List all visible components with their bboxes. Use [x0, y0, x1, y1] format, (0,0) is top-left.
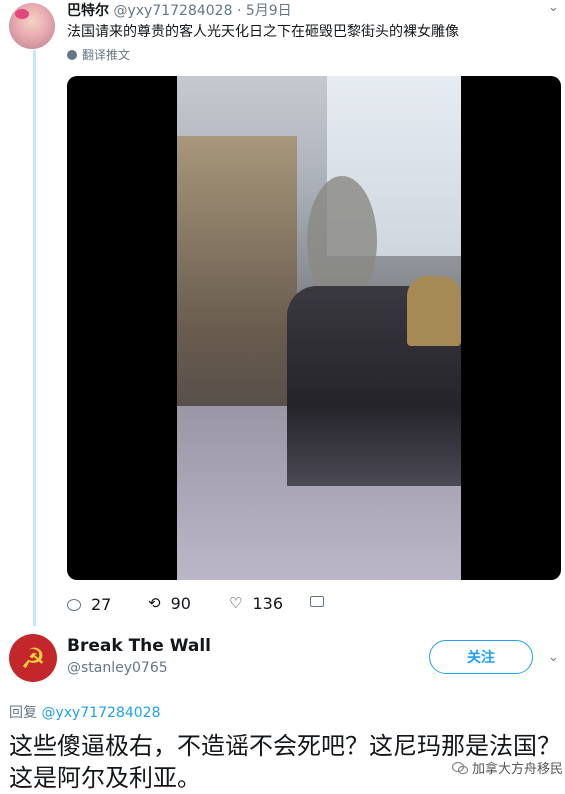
tweet-date[interactable]: · 5月9日: [237, 3, 292, 19]
like-button[interactable]: ♡ 136: [229, 594, 283, 613]
reply-count: 27: [91, 595, 112, 614]
retweet-icon: ⟲: [148, 594, 161, 612]
display-name[interactable]: 巴特尔: [67, 3, 109, 19]
chevron-down-icon[interactable]: ⌄: [548, 0, 559, 15]
watermark-text: 加拿大方舟移民: [472, 762, 564, 777]
dm-button[interactable]: [310, 596, 324, 607]
tweet-header: 巴特尔 @yxy717284028 · 5月9日: [67, 0, 292, 20]
bow-decoration: [15, 9, 29, 19]
tweet-text: 法国请来的尊贵的客人光天化日之下在砸毁巴黎街头的裸女雕像: [67, 24, 459, 40]
follow-button[interactable]: 关注: [429, 640, 533, 674]
globe-icon: [67, 49, 77, 60]
user-handle[interactable]: @stanley0765: [67, 660, 168, 676]
watermark: 加拿大方舟移民: [452, 758, 563, 777]
replying-handle-link[interactable]: @yxy717284028: [41, 705, 160, 721]
thread-connector-line: [33, 50, 36, 626]
mail-icon: [310, 596, 324, 607]
chevron-down-icon[interactable]: ⌄: [548, 650, 559, 665]
translate-link[interactable]: 翻译推文: [67, 46, 130, 63]
retweet-count: 90: [170, 594, 191, 613]
like-count: 136: [252, 594, 283, 613]
reply-icon: [67, 598, 81, 611]
replying-to: 回复 @yxy717284028: [9, 702, 160, 722]
wechat-icon: [452, 761, 468, 774]
retweet-button[interactable]: ⟲ 90: [148, 594, 191, 613]
translate-label: 翻译推文: [82, 48, 131, 62]
video-frame: [177, 76, 461, 580]
reply-button[interactable]: 27: [67, 595, 111, 614]
video-player[interactable]: [67, 76, 561, 580]
hammer-sickle-icon: ☭: [20, 641, 46, 675]
replying-prefix: 回复: [9, 705, 37, 721]
heart-icon: ♡: [229, 594, 243, 612]
display-name[interactable]: Break The Wall: [67, 636, 211, 656]
user-handle[interactable]: @yxy717284028: [113, 3, 232, 19]
avatar[interactable]: ☭: [9, 634, 57, 682]
avatar[interactable]: [9, 3, 55, 49]
video-scene-person: [407, 276, 461, 346]
